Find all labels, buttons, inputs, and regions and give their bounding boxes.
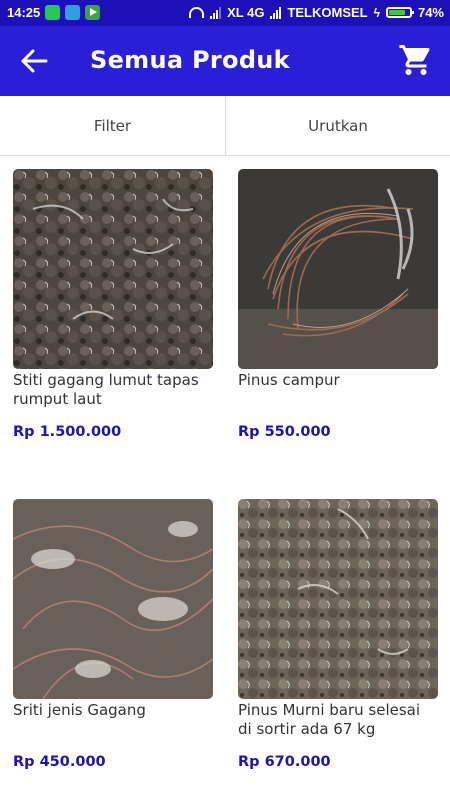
product-image[interactable] bbox=[13, 499, 213, 699]
page-title: Semua Produk bbox=[90, 46, 290, 74]
product-card[interactable]: Pinus Murni baru selesai di sortir ada 6… bbox=[238, 499, 438, 770]
shopping-cart-icon bbox=[399, 45, 430, 75]
battery-icon bbox=[385, 7, 414, 18]
product-price: Rp 1.500.000 bbox=[13, 424, 122, 440]
product-name: Pinus Murni baru selesai di sortir ada 6… bbox=[238, 701, 421, 738]
charging-icon: ϟ bbox=[373, 5, 380, 20]
status-bar: 14:25 XL 4G TELKOMSEL ϟ 74% bbox=[0, 0, 450, 26]
battery-percent: 74% bbox=[417, 5, 444, 20]
product-image[interactable] bbox=[238, 499, 438, 699]
signal-icon bbox=[270, 6, 282, 19]
app-bar: Semua Produk bbox=[0, 26, 450, 96]
product-price: Rp 670.000 bbox=[238, 754, 331, 770]
product-card[interactable]: Stiti gagang lumut tapas rumput laut Rp … bbox=[13, 169, 213, 440]
filter-button[interactable]: Filter bbox=[0, 96, 225, 155]
filter-sort-bar: Filter Urutkan bbox=[0, 96, 450, 156]
whatsapp-icon bbox=[45, 5, 60, 20]
product-card[interactable]: Pinus campur Rp 550.000 bbox=[238, 169, 438, 440]
product-price: Rp 450.000 bbox=[13, 754, 106, 770]
arrow-back-icon bbox=[21, 49, 48, 73]
back-button[interactable] bbox=[20, 48, 50, 74]
message-icon bbox=[65, 5, 80, 20]
product-name: Sriti jenis Gagang bbox=[13, 701, 146, 719]
network-label: XL 4G bbox=[227, 5, 265, 20]
wifi-icon bbox=[189, 7, 205, 18]
product-name: Pinus campur bbox=[238, 371, 340, 389]
product-card[interactable]: Sriti jenis Gagang Rp 450.000 bbox=[13, 499, 213, 770]
status-time: 14:25 bbox=[7, 5, 41, 20]
cart-button[interactable] bbox=[398, 42, 434, 78]
product-name: Stiti gagang lumut tapas rumput laut bbox=[13, 371, 199, 408]
carrier-label: TELKOMSEL bbox=[287, 5, 368, 20]
product-price: Rp 550.000 bbox=[238, 424, 331, 440]
sort-button[interactable]: Urutkan bbox=[225, 96, 450, 155]
signal-icon bbox=[210, 6, 222, 19]
play-store-icon bbox=[85, 5, 100, 20]
product-image[interactable] bbox=[13, 169, 213, 369]
product-image[interactable] bbox=[238, 169, 438, 369]
